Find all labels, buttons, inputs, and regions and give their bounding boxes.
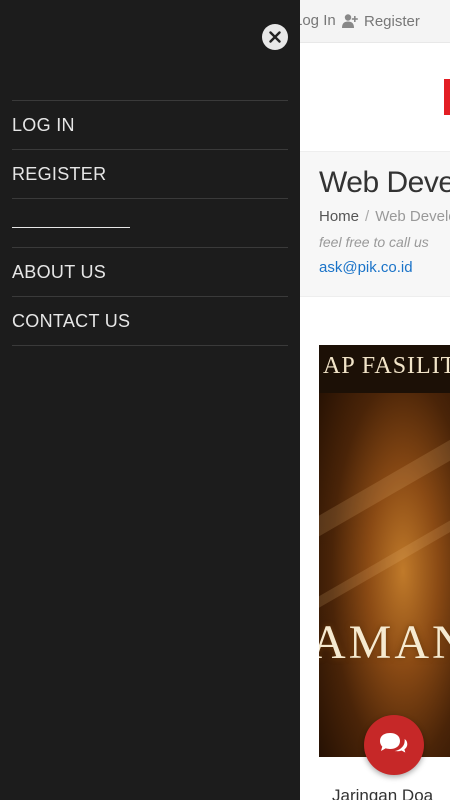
site-header <box>300 43 450 152</box>
drawer-item-about-us[interactable]: ABOUT US <box>12 247 288 296</box>
close-icon <box>269 31 281 43</box>
banner-big-text: AMAN <box>319 616 450 669</box>
chat-bubbles-icon <box>380 733 409 756</box>
drawer-item-register[interactable]: REGISTER <box>12 149 288 198</box>
register-link[interactable]: Register <box>342 10 420 32</box>
close-button[interactable] <box>262 24 288 50</box>
breadcrumb-home[interactable]: Home <box>319 208 359 225</box>
breadcrumb-separator: / <box>365 208 370 225</box>
background-page: Log In Register Web Development Home/Web… <box>300 0 450 800</box>
drawer-item-contact-us[interactable]: CONTACT US <box>12 296 288 346</box>
banner-top-text: AP FASILITAS <box>323 353 450 379</box>
side-drawer: LOG IN REGISTER ABOUT US CONTACT US <box>0 0 300 800</box>
breadcrumb-current: Web Development <box>375 208 450 225</box>
chat-button[interactable] <box>364 715 424 775</box>
page-title-area: Web Development Home / Web Development fee… <box>300 152 450 297</box>
breadcrumb: Home / Web Development <box>319 208 450 225</box>
register-link-label: Register <box>364 12 420 30</box>
user-plus-icon <box>342 14 358 28</box>
page-title: Web Development <box>319 166 450 199</box>
drawer-menu: LOG IN REGISTER ABOUT US CONTACT US <box>12 100 288 346</box>
banner-light-streak <box>319 480 450 620</box>
drawer-item-divider <box>12 198 288 247</box>
drawer-divider-line <box>12 227 130 228</box>
contact-email-link[interactable]: ask@pik.co.id <box>319 259 413 276</box>
login-link[interactable]: Log In <box>300 12 336 29</box>
tagline: feel free to call us <box>319 234 429 250</box>
top-bar: Log In Register <box>300 0 450 43</box>
article-banner-image[interactable]: AP FASILITAS AMAN <box>319 345 450 757</box>
banner-light-streak <box>319 401 450 547</box>
article-caption[interactable]: Jaringan Doa <box>332 786 433 800</box>
site-logo[interactable] <box>444 79 450 115</box>
drawer-item-login[interactable]: LOG IN <box>12 100 288 149</box>
